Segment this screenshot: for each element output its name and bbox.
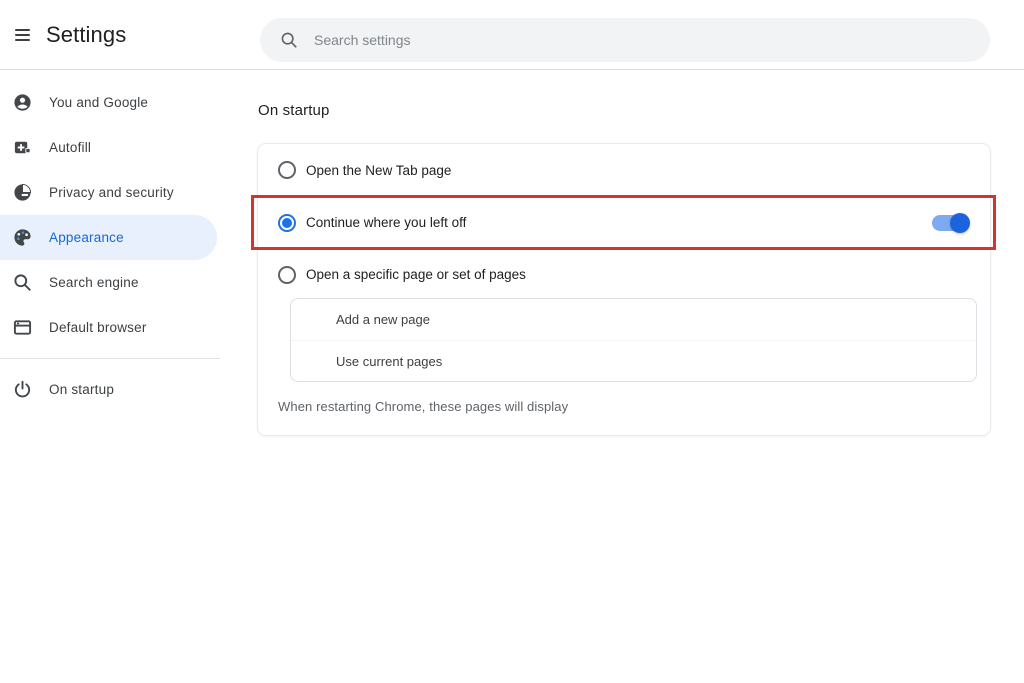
section-title: On startup	[258, 102, 1024, 119]
magnifier-icon	[13, 273, 32, 292]
power-icon	[13, 380, 32, 399]
browser-window-icon	[13, 318, 32, 337]
radio-open-new-tab-page[interactable]	[278, 161, 296, 179]
search-bar[interactable]	[260, 18, 990, 62]
sidebar-item-on-startup[interactable]: On startup	[0, 367, 220, 412]
account-circle-icon	[13, 93, 32, 112]
radio-continue-where-left-off[interactable]	[278, 214, 296, 232]
restart-caption: When restarting Chrome, these pages will…	[258, 382, 990, 435]
hamburger-icon	[15, 29, 30, 41]
privacy-icon	[13, 183, 32, 202]
sidebar-item-label: Autofill	[49, 140, 91, 155]
specific-pages-subsection: Add a new page Use current pages	[258, 298, 990, 382]
autofill-icon	[13, 138, 32, 157]
sidebar: You and Google Autofill P	[0, 70, 220, 682]
sidebar-item-appearance[interactable]: Appearance	[0, 215, 217, 260]
sidebar-item-label: Search engine	[49, 275, 139, 290]
sidebar-item-label: Privacy and security	[49, 185, 174, 200]
radio-open-specific-pages[interactable]	[278, 266, 296, 284]
sidebar-item-label: Appearance	[49, 230, 124, 245]
sidebar-item-you-and-google[interactable]: You and Google	[0, 80, 220, 125]
sidebar-item-autofill[interactable]: Autofill	[0, 125, 220, 170]
option-open-new-tab-page[interactable]: Open the New Tab page	[258, 144, 990, 196]
option-label: Open the New Tab page	[306, 163, 451, 178]
sidebar-item-label: You and Google	[49, 95, 148, 110]
option-label: Continue where you left off	[306, 215, 466, 230]
option-continue-where-left-off[interactable]: Continue where you left off	[258, 196, 990, 248]
add-new-page-button[interactable]: Add a new page	[291, 299, 976, 340]
on-startup-card: Open the New Tab page Continue where you…	[258, 144, 990, 435]
main-content: On startup Open the New Tab page Continu…	[220, 70, 1024, 682]
page-title: Settings	[46, 22, 126, 48]
sidebar-item-search-engine[interactable]: Search engine	[0, 260, 220, 305]
option-label: Open a specific page or set of pages	[306, 267, 526, 282]
continue-toggle[interactable]	[932, 214, 970, 232]
menu-button[interactable]	[2, 15, 42, 55]
search-input[interactable]	[314, 32, 974, 48]
sidebar-item-label: Default browser	[49, 320, 147, 335]
sidebar-divider	[0, 358, 220, 359]
sidebar-item-default-browser[interactable]: Default browser	[0, 305, 220, 350]
toggle-thumb	[950, 213, 970, 233]
option-open-specific-pages[interactable]: Open a specific page or set of pages	[258, 248, 990, 300]
palette-icon	[13, 228, 32, 247]
header: Settings	[0, 0, 1024, 70]
use-current-pages-button[interactable]: Use current pages	[291, 340, 976, 381]
sidebar-item-label: On startup	[49, 382, 114, 397]
sidebar-item-privacy-and-security[interactable]: Privacy and security	[0, 170, 220, 215]
search-icon	[280, 31, 298, 49]
specific-pages-subcard: Add a new page Use current pages	[290, 298, 977, 382]
